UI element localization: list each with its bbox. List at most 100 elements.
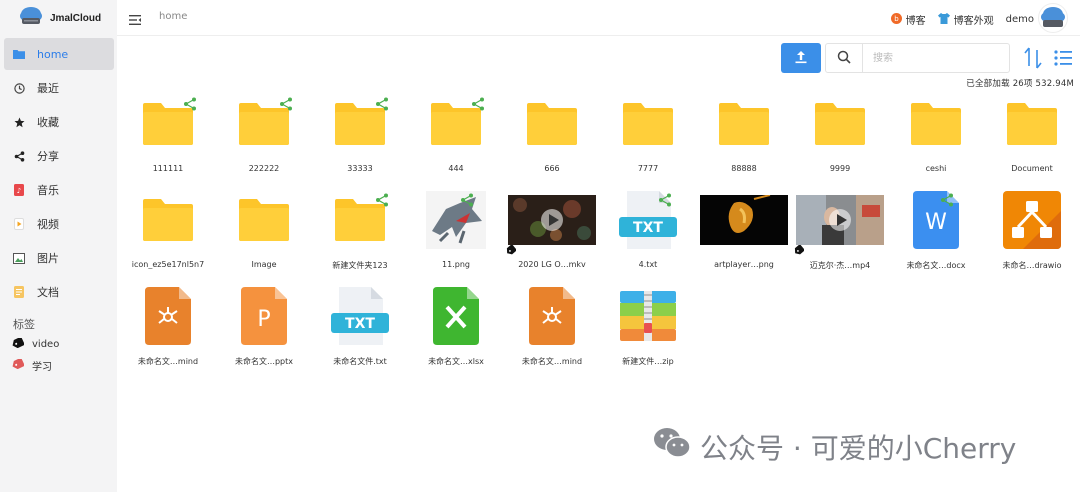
folder-item[interactable]: 7777 [600, 92, 696, 182]
sidebar-item-item-6[interactable]: 图片 [4, 242, 114, 274]
sidebar-item-item-2[interactable]: 收藏 [4, 106, 114, 138]
file-name: 7777 [637, 164, 659, 173]
share-badge-icon [940, 192, 954, 207]
sidebar-item-item-1[interactable]: 最近 [4, 72, 114, 104]
blog-appearance-link[interactable]: 博客外观 [937, 12, 994, 27]
tags-title: 标签 [13, 318, 35, 331]
folder-item[interactable]: 33333 [312, 92, 408, 182]
sidebar-item-label: 图片 [37, 252, 59, 265]
sidebar-item-item-7[interactable]: 文档 [4, 276, 114, 308]
file-name: icon_ez5e17nl5n7 [131, 260, 205, 269]
document-file-icon [13, 286, 25, 298]
file-name: 未命名文…docx [906, 261, 966, 270]
svg-text:b: b [894, 15, 899, 23]
avatar [1038, 3, 1068, 36]
sidebar-item-label: 分享 [37, 150, 59, 163]
share-badge-icon [279, 96, 293, 111]
breadcrumb[interactable]: home [159, 11, 187, 22]
file-name: 9999 [829, 164, 851, 173]
sort-icon[interactable] [1022, 46, 1044, 70]
share-badge-icon [471, 96, 485, 111]
folder-item[interactable]: icon_ez5e17nl5n7 [120, 188, 216, 278]
tag-icon [12, 336, 25, 351]
blog-appearance-label: 博客外观 [953, 16, 994, 27]
brand[interactable]: JmalCloud [0, 0, 117, 36]
search-button[interactable] [825, 43, 863, 73]
sidebar-item-item-5[interactable]: 视频 [4, 208, 114, 240]
file-item[interactable]: 迈克尔·杰…mp4 [792, 188, 888, 278]
docx-file-icon: W [888, 188, 984, 252]
file-name: 未命名文…mind [137, 357, 199, 366]
file-item[interactable]: P 未命名文…pptx [216, 284, 312, 374]
folder-item[interactable]: 新建文件夹123 [312, 188, 408, 278]
blog-icon: b [890, 12, 902, 27]
file-name: 迈克尔·杰…mp4 [809, 261, 871, 270]
menu-toggle-icon[interactable] [129, 11, 141, 25]
folder-icon [984, 92, 1080, 156]
tag-label: 学习 [32, 362, 52, 373]
sidebar-item-label: 视频 [37, 218, 59, 231]
folder-item[interactable]: ceshi [888, 92, 984, 182]
folder-item[interactable]: 666 [504, 92, 600, 182]
svg-text:TXT: TXT [633, 220, 663, 236]
file-item[interactable]: 未命名…drawio [984, 188, 1080, 278]
folder-item[interactable]: 222222 [216, 92, 312, 182]
folder-item[interactable]: Document [984, 92, 1080, 182]
file-name: ceshi [925, 164, 947, 173]
user-menu[interactable]: demo [1006, 3, 1068, 36]
file-item[interactable]: 11.png [408, 188, 504, 278]
drawio-file-icon [984, 188, 1080, 252]
blog-link[interactable]: b 博客 [890, 12, 926, 27]
file-item[interactable]: 2020 LG O…mkv [504, 188, 600, 278]
folder-icon [13, 48, 25, 60]
file-item[interactable]: TXT 未命名文件.txt [312, 284, 408, 374]
folder-item[interactable]: 444 [408, 92, 504, 182]
folder-icon [696, 92, 792, 156]
file-name: 111111 [152, 164, 184, 173]
sidebar-item-item-4[interactable]: ♪ 音乐 [4, 174, 114, 206]
load-status: 已全部加载 26项 532.94M [966, 77, 1074, 89]
tag-item[interactable]: 学习 [0, 355, 117, 376]
cloud-logo-icon [18, 5, 44, 31]
tag-item[interactable]: video [0, 334, 117, 355]
xlsx-file-icon [408, 284, 504, 348]
upload-button[interactable] [781, 43, 821, 73]
folder-item[interactable]: 88888 [696, 92, 792, 182]
svg-text:W: W [925, 210, 947, 235]
file-item[interactable]: artplayer…png [696, 188, 792, 278]
file-name: 33333 [347, 164, 373, 173]
folder-item[interactable]: 111111 [120, 92, 216, 182]
folder-item[interactable]: Image [216, 188, 312, 278]
sidebar-item-item-3[interactable]: 分享 [4, 140, 114, 172]
app-name: JmalCloud [50, 12, 102, 24]
file-item[interactable]: 未命名文…xlsx [408, 284, 504, 374]
folder-icon [792, 92, 888, 156]
image-thumbnail [696, 188, 792, 252]
share-badge-icon [375, 192, 389, 207]
list-view-icon[interactable] [1052, 47, 1074, 69]
file-item[interactable]: 未命名文…mind [120, 284, 216, 374]
music-file-icon: ♪ [13, 184, 25, 196]
file-name: 未命名文…xlsx [428, 357, 484, 366]
file-name: Image [251, 260, 277, 269]
file-name: 新建文件夹123 [332, 261, 388, 270]
file-name: 2020 LG O…mkv [518, 260, 586, 269]
blog-label: 博客 [905, 16, 926, 27]
file-item[interactable]: W 未命名文…docx [888, 188, 984, 278]
folder-item[interactable]: 9999 [792, 92, 888, 182]
upload-icon [794, 49, 808, 68]
user-name: demo [1005, 14, 1034, 25]
folder-icon [120, 188, 216, 252]
folder-icon [120, 92, 216, 156]
file-item[interactable]: 新建文件…zip [600, 284, 696, 374]
file-name: 未命名文…pptx [234, 357, 294, 366]
sidebar-item-home[interactable]: home [4, 38, 114, 70]
file-name: 未命名…drawio [1002, 261, 1062, 270]
mind-file-icon [120, 284, 216, 348]
file-item[interactable]: 未命名文…mind [504, 284, 600, 374]
file-item[interactable]: TXT 4.txt [600, 188, 696, 278]
txt-thumb-file-icon: TXT [312, 284, 408, 348]
pptx-file-icon: P [216, 284, 312, 348]
search-input[interactable] [862, 43, 1010, 73]
sidebar: JmalCloud home 最近 收藏分享 ♪ 音乐视频图片文档 标签 video 学习 [0, 0, 117, 492]
